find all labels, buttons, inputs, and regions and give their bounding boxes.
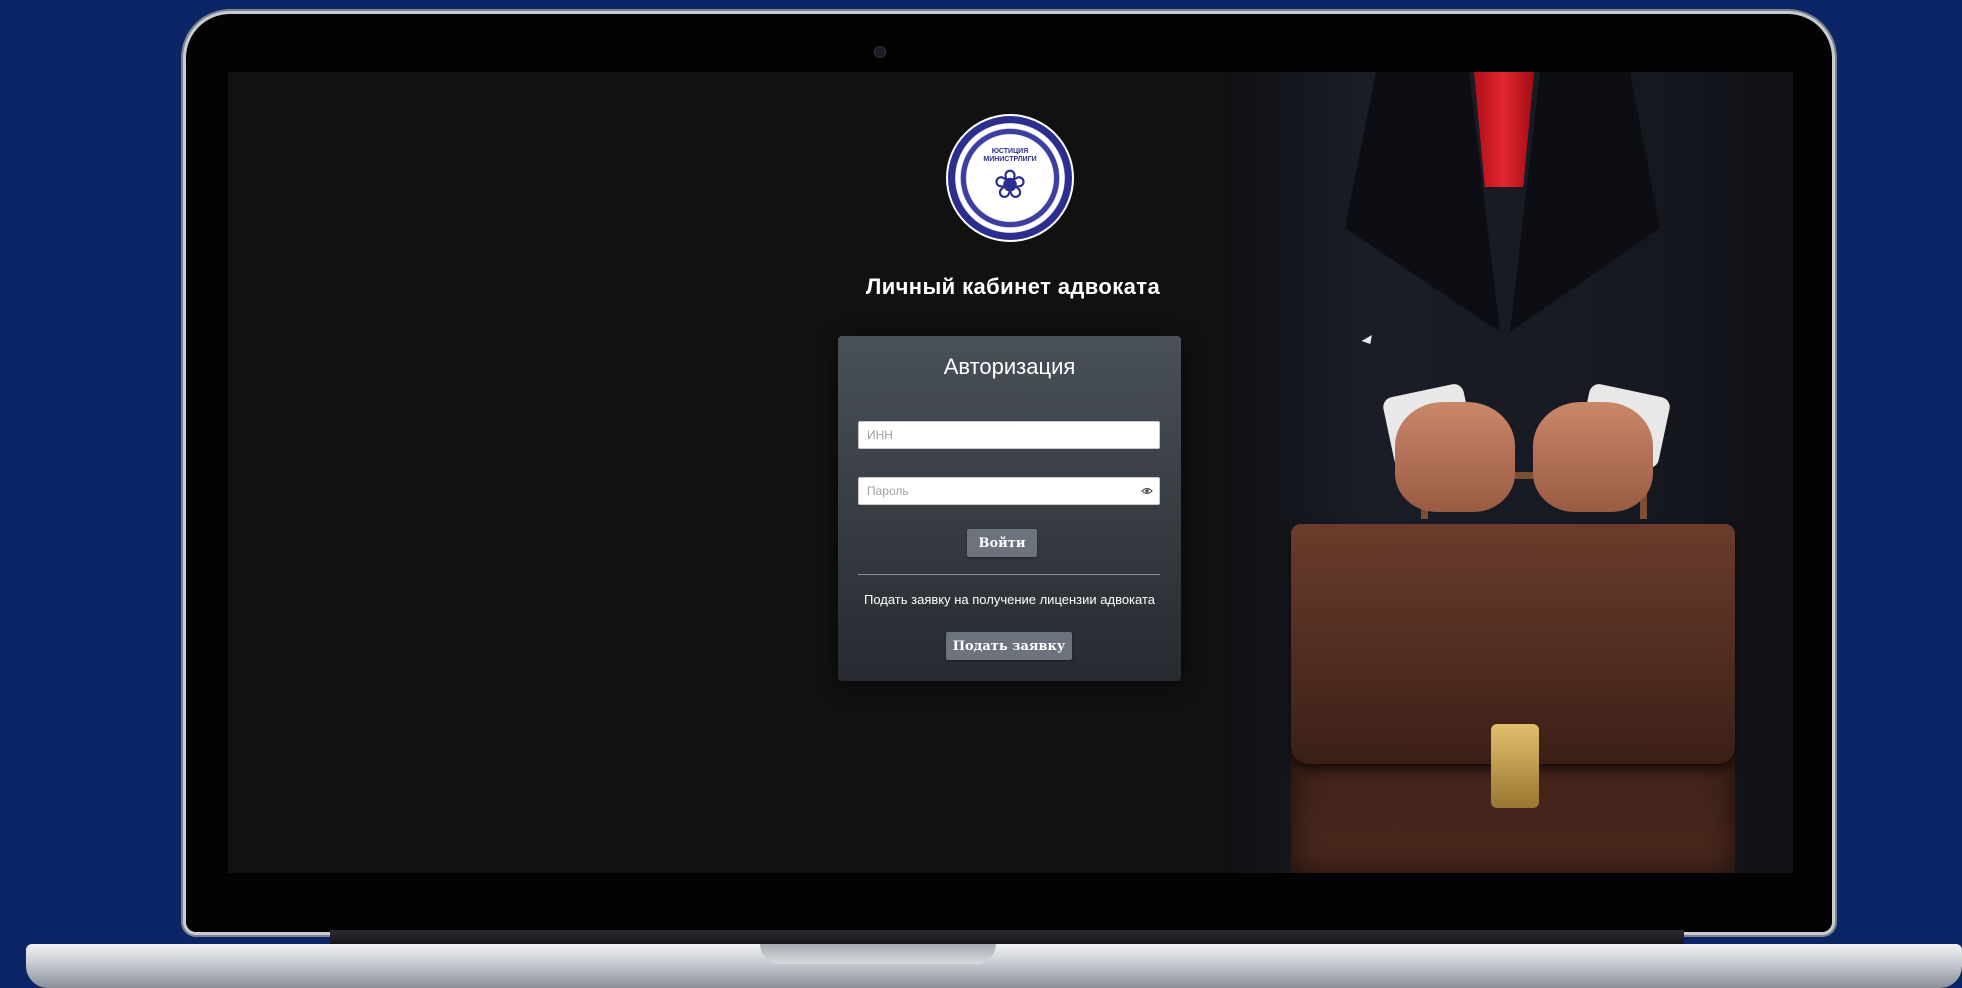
laptop-notch [760, 944, 996, 964]
webcam-icon [874, 46, 886, 58]
eagle-icon: ❀ [993, 163, 1027, 207]
apply-button[interactable]: Подать заявку [946, 632, 1072, 660]
eye-icon[interactable] [1141, 485, 1153, 497]
inn-field-wrapper [858, 421, 1160, 449]
mouse-cursor-icon [1361, 334, 1376, 348]
lawyer-briefcase-photo [1225, 72, 1793, 873]
screen: ЮСТИЦИЯ МИНИСТРЛИГИ ❀ Личный кабинет адв… [228, 72, 1793, 873]
page-title: Личный кабинет адвоката [865, 274, 1161, 299]
logo-seal-icon: ЮСТИЦИЯ МИНИСТРЛИГИ ❀ [946, 114, 1074, 242]
divider [858, 574, 1160, 575]
red-tie [1474, 72, 1534, 187]
auth-card: Авторизация Войти Подать заявку на получ… [838, 336, 1181, 681]
login-button[interactable]: Войти [967, 529, 1037, 557]
briefcase-clasp [1491, 724, 1539, 808]
auth-title: Авторизация [943, 354, 1076, 379]
laptop-chin [330, 930, 1684, 944]
inn-input[interactable] [859, 422, 1159, 448]
apply-license-text: Подать заявку на получение лицензии адво… [863, 592, 1156, 607]
password-input[interactable] [859, 478, 1159, 504]
password-field-wrapper [858, 477, 1160, 505]
